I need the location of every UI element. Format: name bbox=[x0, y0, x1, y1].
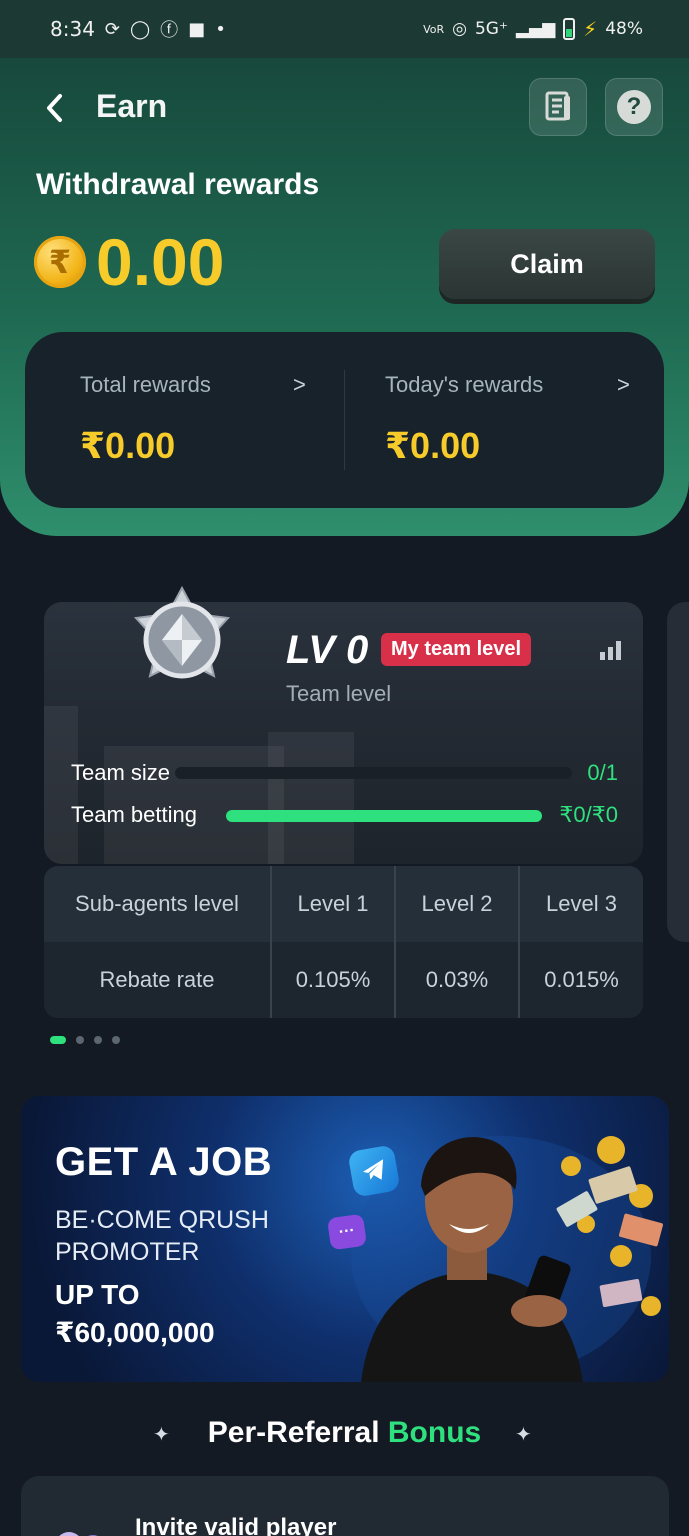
invite-orbs-icon bbox=[59, 1532, 98, 1536]
referral-title-main: Per-Referral bbox=[207, 1416, 388, 1449]
carousel-dot[interactable] bbox=[76, 1036, 84, 1044]
help-icon: ? bbox=[617, 90, 651, 124]
team-size-label: Team size bbox=[71, 760, 171, 785]
rebate-table-row: Rebate rate 0.105% 0.03% 0.015% bbox=[44, 942, 643, 1018]
chevron-right-icon: > bbox=[617, 372, 630, 397]
carousel-dot[interactable] bbox=[50, 1036, 66, 1044]
table-header-cell: Level 2 bbox=[396, 866, 520, 942]
telegram-icon bbox=[347, 1144, 401, 1198]
invite-player-card[interactable]: Invite valid player bbox=[21, 1476, 669, 1536]
total-rewards-value: ₹0.00 bbox=[80, 425, 176, 466]
charging-icon: ⚡ bbox=[583, 17, 598, 41]
bar-chart-icon[interactable] bbox=[599, 640, 623, 660]
rebate-table-header-row: Sub-agents level Level 1 Level 2 Level 3 bbox=[44, 866, 643, 942]
back-button[interactable] bbox=[38, 86, 72, 130]
status-time: 8:34 bbox=[50, 17, 95, 41]
rewards-stats-card: Total rewards > ₹0.00 Today's rewards > … bbox=[25, 332, 664, 508]
banner-amount: ₹60,000,000 bbox=[55, 1317, 215, 1348]
total-rewards-label: Total rewards bbox=[80, 372, 211, 397]
volte-icon: VoR bbox=[423, 22, 445, 36]
chevron-right-icon: > bbox=[293, 372, 306, 397]
sparkle-icon: ✦ bbox=[515, 1424, 532, 1446]
withdrawal-amount: 0.00 bbox=[96, 225, 225, 299]
table-cell: 0.015% bbox=[544, 967, 619, 992]
help-button[interactable]: ? bbox=[605, 78, 663, 136]
page-title: Earn bbox=[96, 88, 168, 124]
table-header-cell: Sub-agents level bbox=[44, 866, 272, 942]
banner-line: PROMOTER bbox=[55, 1238, 200, 1266]
carousel-dot[interactable] bbox=[112, 1036, 120, 1044]
battery-percent: 48% bbox=[605, 19, 643, 39]
team-size-progress-bar bbox=[175, 767, 572, 779]
team-betting-value: ₹0/₹0 bbox=[559, 802, 618, 827]
team-betting-progress-bar bbox=[226, 810, 542, 822]
signal-icon: ▂▄▆ bbox=[515, 19, 556, 39]
rewards-hero: Earn ? Withdrawal rewards ₹ 0.00 Claim T… bbox=[0, 58, 689, 536]
total-rewards-stat[interactable]: Total rewards > ₹0.00 bbox=[25, 332, 345, 508]
card-background-shape bbox=[268, 732, 354, 864]
team-betting-label: Team betting bbox=[71, 802, 197, 827]
notification-dot-icon: • bbox=[215, 18, 226, 40]
app-icon: ■ bbox=[188, 18, 206, 40]
table-header-cell: Level 3 bbox=[546, 891, 617, 916]
carousel-pagination[interactable] bbox=[50, 1036, 120, 1044]
records-button[interactable] bbox=[529, 78, 587, 136]
whatsapp-icon: ◯ bbox=[130, 18, 151, 40]
promoter-banner[interactable]: ··· GET A JOB BE·COME QRUSH PROMOTER UP … bbox=[21, 1096, 669, 1382]
table-cell: 0.105% bbox=[272, 942, 396, 1018]
battery-icon bbox=[563, 18, 576, 40]
banner-line: UP TO bbox=[55, 1279, 140, 1310]
my-team-level-badge: My team level bbox=[381, 633, 532, 666]
table-cell: 0.03% bbox=[396, 942, 520, 1018]
banner-line: BE·COME QRUSH bbox=[55, 1206, 269, 1234]
referral-title-accent: Bonus bbox=[387, 1416, 482, 1449]
todays-rewards-label: Today's rewards bbox=[385, 372, 544, 397]
sync-icon: ⟳ bbox=[104, 18, 121, 40]
team-betting-progress-fill bbox=[226, 810, 542, 822]
team-level-subtitle: Team level bbox=[286, 681, 392, 706]
carousel-dot[interactable] bbox=[94, 1036, 102, 1044]
status-bar: 8:34 ⟳ ◯ ⓕ ■ • VoR ◎ 5G⁺ ▂▄▆ ⚡ 48% bbox=[0, 0, 689, 58]
next-level-card-peek[interactable] bbox=[667, 602, 689, 942]
per-referral-bonus-title: Per-Referral Bonus bbox=[0, 1416, 689, 1450]
receipt-icon bbox=[545, 91, 570, 121]
table-header-cell: Level 1 bbox=[272, 866, 396, 942]
team-size-value: 0/1 bbox=[587, 760, 618, 785]
medal-icon bbox=[133, 585, 231, 679]
todays-rewards-stat[interactable]: Today's rewards > ₹0.00 bbox=[345, 332, 664, 508]
withdrawal-rewards-title: Withdrawal rewards bbox=[36, 168, 320, 201]
team-level-value: LV 0 bbox=[286, 628, 369, 672]
rebate-table: Sub-agents level Level 1 Level 2 Level 3… bbox=[44, 866, 643, 1018]
chat-icon: ··· bbox=[326, 1213, 368, 1251]
table-cell: Rebate rate bbox=[44, 942, 272, 1018]
back-arrow-icon bbox=[47, 94, 62, 122]
facebook-icon: ⓕ bbox=[160, 20, 179, 41]
network-type: 5G⁺ bbox=[474, 19, 508, 39]
banner-headline: GET A JOB bbox=[55, 1140, 273, 1184]
rupee-coin-icon: ₹ bbox=[34, 236, 86, 288]
todays-rewards-value: ₹0.00 bbox=[385, 425, 481, 466]
invite-player-text: Invite valid player bbox=[135, 1514, 337, 1536]
hotspot-icon: ◎ bbox=[452, 19, 467, 39]
claim-button[interactable]: Claim bbox=[439, 229, 655, 299]
